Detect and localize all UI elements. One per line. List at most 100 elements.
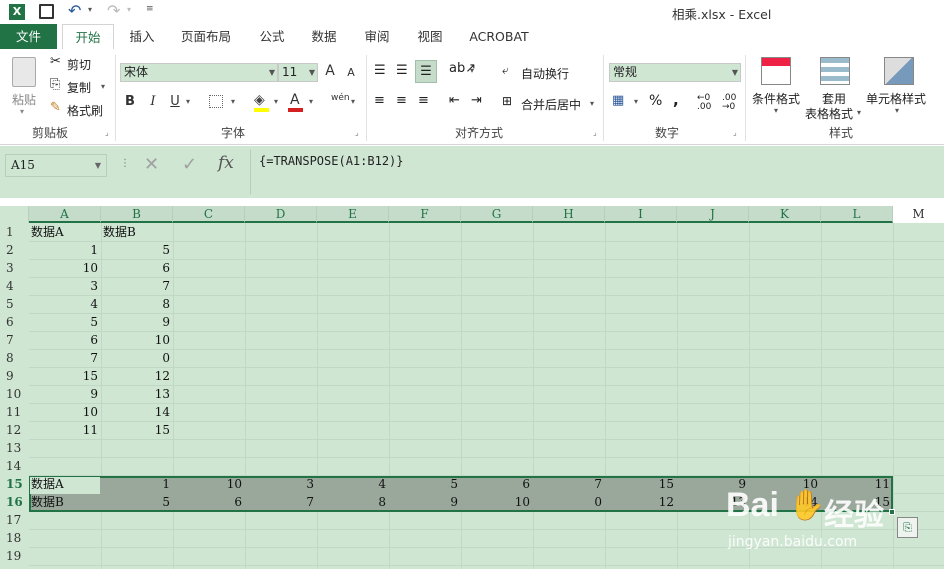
row-header-2[interactable]: 2	[0, 241, 29, 259]
cell-row16[interactable]: 12	[605, 493, 677, 511]
undo-icon[interactable]: ↶	[68, 1, 81, 20]
align-bottom-icon[interactable]: ☰	[415, 60, 437, 83]
row-header-5[interactable]: 5	[0, 295, 29, 313]
row-header-8[interactable]: 8	[0, 349, 29, 367]
cell-a8[interactable]: 7	[29, 349, 101, 367]
decrease-decimal-icon[interactable]: .00 →0	[722, 94, 736, 112]
tab-formulas[interactable]: 公式	[254, 24, 290, 49]
cell-a5[interactable]: 4	[29, 295, 101, 313]
row-header-18[interactable]: 18	[0, 529, 29, 547]
copy-dropdown-icon[interactable]: ▾	[101, 82, 105, 91]
cell-a10[interactable]: 9	[29, 385, 101, 403]
phonetic-dropdown-icon[interactable]: ▾	[351, 97, 355, 106]
cell-a12[interactable]: 11	[29, 421, 101, 439]
column-header-c[interactable]: C	[173, 206, 245, 223]
tab-data[interactable]: 数据	[306, 24, 342, 49]
cell-a7[interactable]: 6	[29, 331, 101, 349]
column-header-j[interactable]: J	[677, 206, 749, 223]
cell-row16[interactable]: 0	[533, 493, 605, 511]
undo-dropdown-icon[interactable]: ▾	[88, 5, 92, 14]
orientation-dropdown-icon[interactable]: ▾	[470, 66, 474, 75]
cell-b2[interactable]: 5	[101, 241, 173, 259]
column-header-d[interactable]: D	[245, 206, 317, 223]
fill-color-icon[interactable]: ◈	[254, 92, 265, 108]
cell-b12[interactable]: 15	[101, 421, 173, 439]
row-header-19[interactable]: 19	[0, 547, 29, 565]
row-header-10[interactable]: 10	[0, 385, 29, 403]
font-color-dropdown-icon[interactable]: ▾	[309, 97, 313, 106]
row-header-7[interactable]: 7	[0, 331, 29, 349]
format-as-table-line2[interactable]: 表格格式	[805, 105, 853, 122]
cell-row15[interactable]: 1	[101, 475, 173, 493]
column-header-k[interactable]: K	[749, 206, 821, 223]
row-header-15[interactable]: 15	[0, 475, 29, 493]
tab-page-layout[interactable]: 页面布局	[176, 24, 236, 49]
decrease-indent-icon[interactable]: ⇤	[449, 93, 460, 108]
cell-b8[interactable]: 0	[101, 349, 173, 367]
row-header-14[interactable]: 14	[0, 457, 29, 475]
cell-row15[interactable]: 7	[533, 475, 605, 493]
grow-font-button[interactable]: A	[321, 62, 339, 81]
tab-acrobat[interactable]: ACROBAT	[466, 24, 532, 49]
cell-row16[interactable]: 7	[245, 493, 317, 511]
cell-row16[interactable]: 9	[389, 493, 461, 511]
column-header-a[interactable]: A	[29, 206, 101, 223]
column-header-b[interactable]: B	[101, 206, 173, 223]
cell-b3[interactable]: 6	[101, 259, 173, 277]
column-header-e[interactable]: E	[317, 206, 389, 223]
borders-dropdown-icon[interactable]: ▾	[231, 97, 235, 106]
cell-b5[interactable]: 8	[101, 295, 173, 313]
cell-b9[interactable]: 12	[101, 367, 173, 385]
paste-icon[interactable]	[12, 57, 36, 87]
cell-row15[interactable]: 10	[173, 475, 245, 493]
redo-icon[interactable]: ↷	[107, 1, 120, 20]
format-table-dropdown-icon[interactable]: ▾	[857, 108, 861, 117]
percent-icon[interactable]: %	[649, 93, 662, 109]
number-format-combo[interactable]: 常规 ▼	[609, 63, 741, 82]
align-left-icon[interactable]: ≡	[374, 93, 385, 108]
customize-toolbar-icon[interactable]: ≡	[146, 4, 154, 14]
merge-dropdown-icon[interactable]: ▾	[590, 99, 594, 108]
cut-button[interactable]: 剪切	[67, 56, 91, 73]
paste-dropdown-icon[interactable]: ▾	[20, 107, 24, 116]
increase-decimal-icon[interactable]: ←0.00	[697, 94, 711, 112]
row-header-13[interactable]: 13	[0, 439, 29, 457]
tab-review[interactable]: 审阅	[359, 24, 395, 49]
insert-function-icon[interactable]: fx	[218, 153, 234, 173]
row-header-3[interactable]: 3	[0, 259, 29, 277]
enter-icon[interactable]: ✓	[182, 154, 197, 175]
select-all-corner[interactable]	[0, 206, 29, 223]
cell-a11[interactable]: 10	[29, 403, 101, 421]
column-header-h[interactable]: H	[533, 206, 605, 223]
cell-a6[interactable]: 5	[29, 313, 101, 331]
cell-b4[interactable]: 7	[101, 277, 173, 295]
align-top-icon[interactable]: ☰	[374, 63, 386, 78]
save-icon[interactable]	[39, 4, 54, 19]
cell-row15[interactable]: 15	[605, 475, 677, 493]
align-center-icon[interactable]: ≡	[396, 93, 407, 108]
wrap-text-button[interactable]: 自动换行	[521, 65, 569, 82]
merge-center-button[interactable]: 合并后居中	[521, 96, 581, 113]
row-header-11[interactable]: 11	[0, 403, 29, 421]
borders-icon[interactable]	[209, 95, 223, 108]
shrink-font-button[interactable]: A	[343, 64, 359, 82]
cell-row15[interactable]: 4	[317, 475, 389, 493]
comma-style-icon[interactable]: ,	[673, 91, 679, 109]
tab-home[interactable]: 开始	[62, 24, 114, 50]
underline-button[interactable]: U	[166, 93, 184, 111]
phonetic-icon[interactable]: wén	[331, 93, 350, 103]
cancel-icon[interactable]: ✕	[144, 154, 159, 175]
accounting-format-icon[interactable]: ▦	[612, 93, 624, 108]
clipboard-launcher-icon[interactable]: ⌟	[105, 128, 109, 137]
tab-insert[interactable]: 插入	[124, 24, 160, 49]
bold-button[interactable]: B	[121, 93, 139, 111]
chevron-down-icon[interactable]: ▼	[95, 155, 101, 176]
paste-button[interactable]: 粘贴	[12, 91, 36, 108]
row-header-9[interactable]: 9	[0, 367, 29, 385]
row-header-6[interactable]: 6	[0, 313, 29, 331]
font-name-combo[interactable]: 宋体 ▼	[120, 63, 278, 82]
underline-dropdown-icon[interactable]: ▾	[186, 97, 190, 106]
name-box[interactable]: A15 ▼	[5, 154, 107, 177]
cell-b11[interactable]: 14	[101, 403, 173, 421]
cell-a4[interactable]: 3	[29, 277, 101, 295]
